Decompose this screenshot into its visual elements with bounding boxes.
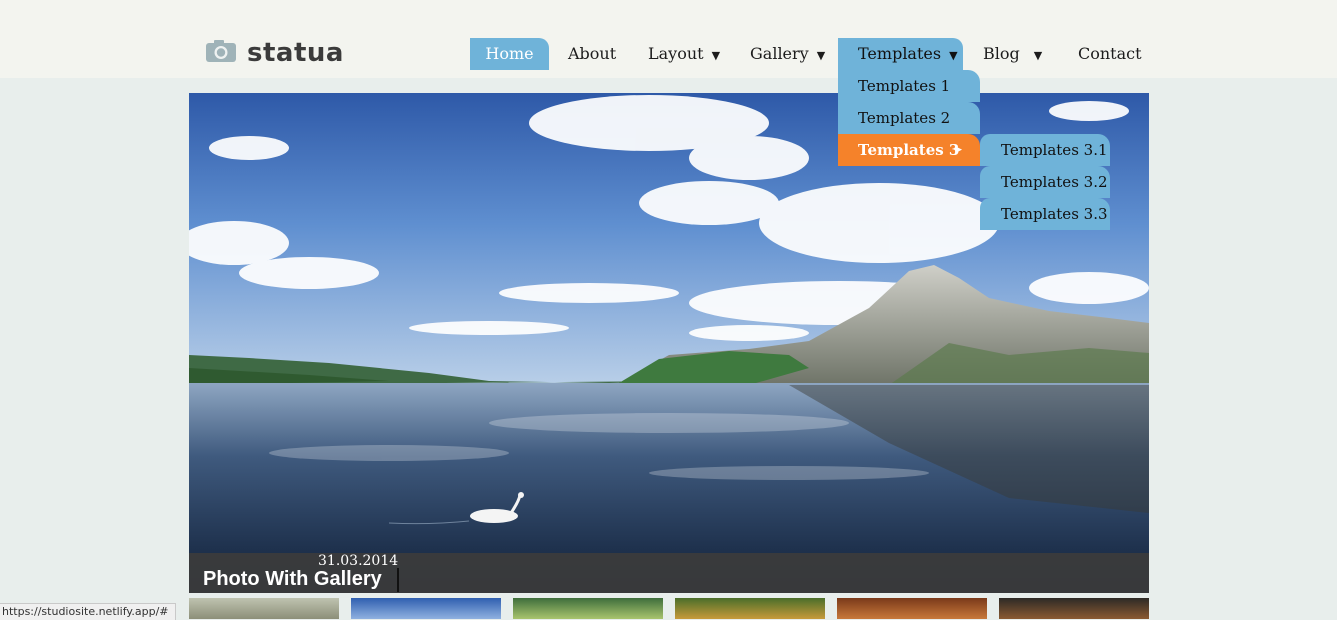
chevron-down-icon: ▼ [1033, 49, 1043, 62]
templates-dropdown: Templates 1 Templates 2 Templates 3 ▶ [838, 70, 980, 166]
dropdown-item-templates-2[interactable]: Templates 2 [838, 102, 980, 134]
dropdown-item-label: Templates 3 [858, 141, 960, 159]
nav-home-label: Home [485, 44, 534, 63]
nav-gallery-label: Gallery [750, 44, 809, 63]
gallery-thumbnail[interactable] [351, 598, 501, 619]
post-title[interactable]: Photo With Gallery [203, 568, 382, 591]
nav-contact-label: Contact [1078, 44, 1142, 63]
submenu-item-templates-3-3[interactable]: Templates 3.3 [980, 198, 1110, 230]
gallery-thumbnail[interactable] [675, 598, 825, 619]
site-logo[interactable]: statua [189, 34, 343, 72]
nav-home[interactable]: Home [470, 38, 549, 70]
nav-blog-label: Blog [983, 44, 1020, 63]
text-cursor [397, 568, 399, 592]
nav-gallery[interactable]: Gallery ▼ [750, 38, 825, 70]
submenu-item-templates-3-2[interactable]: Templates 3.2 [980, 166, 1110, 198]
dropdown-item-label: Templates 1 [858, 77, 951, 95]
nav-blog[interactable]: Blog ▼ [983, 38, 1042, 70]
nav-templates[interactable]: Templates ▼ [838, 38, 963, 70]
submenu-item-label: Templates 3.1 [1001, 141, 1108, 159]
hero-caption: 31.03.2014 Photo With Gallery [189, 553, 1149, 593]
chevron-right-icon: ▶ [955, 145, 962, 155]
templates-3-submenu: Templates 3.1 Templates 3.2 Templates 3.… [980, 134, 1110, 230]
post-date: 31.03.2014 [318, 553, 399, 569]
brand-name: statua [247, 38, 344, 68]
nav-contact[interactable]: Contact [1078, 38, 1142, 70]
nav-templates-label: Templates [858, 44, 942, 63]
nav-layout[interactable]: Layout ▼ [648, 38, 720, 70]
submenu-item-templates-3-1[interactable]: Templates 3.1 [980, 134, 1110, 166]
dropdown-item-templates-1[interactable]: Templates 1 [838, 70, 980, 102]
gallery-thumbnail[interactable] [513, 598, 663, 619]
camera-icon [205, 39, 237, 67]
dropdown-item-label: Templates 2 [858, 109, 951, 127]
gallery-thumbnail[interactable] [189, 598, 339, 619]
chevron-down-icon: ▼ [816, 49, 826, 62]
nav-about-label: About [568, 44, 617, 63]
submenu-item-label: Templates 3.2 [1001, 173, 1108, 191]
gallery-thumbnail[interactable] [837, 598, 987, 619]
chevron-down-icon: ▼ [711, 49, 721, 62]
dropdown-item-templates-3[interactable]: Templates 3 ▶ [838, 134, 980, 166]
nav-about[interactable]: About [568, 38, 616, 70]
submenu-item-label: Templates 3.3 [1001, 205, 1108, 223]
chevron-down-icon: ▼ [949, 49, 958, 62]
gallery-thumbnail[interactable] [999, 598, 1149, 619]
nav-layout-label: Layout [648, 44, 704, 63]
status-bar-url: https://studiosite.netlify.app/# [0, 603, 176, 620]
